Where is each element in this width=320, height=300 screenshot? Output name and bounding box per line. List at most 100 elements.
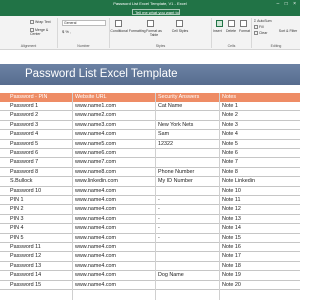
cell-notes[interactable]: Note Linkedin xyxy=(222,177,255,186)
cell-security-answer[interactable]: New York Nets xyxy=(158,121,193,130)
cell-password[interactable]: Password 2 xyxy=(10,111,38,120)
cell-password[interactable]: Password 7 xyxy=(10,158,38,167)
cell-password[interactable]: Password 1 xyxy=(10,102,38,111)
cell-styles-icon[interactable] xyxy=(176,20,183,27)
insert-cells-icon[interactable] xyxy=(216,20,223,27)
cell-password[interactable]: PIN 3 xyxy=(10,215,23,224)
cell-notes[interactable]: Note 10 xyxy=(222,187,241,196)
cell-notes[interactable]: Note 18 xyxy=(222,262,241,271)
header-notes[interactable]: Notes xyxy=(222,93,236,102)
conditional-formatting-icon[interactable] xyxy=(115,20,122,27)
cell-website[interactable]: www.name7.com xyxy=(75,158,116,167)
delete-cells-icon[interactable] xyxy=(228,20,235,27)
number-format-icons[interactable]: $ % , xyxy=(62,29,71,34)
cell-password[interactable]: Password 10 xyxy=(10,187,41,196)
cell-notes[interactable]: Note 11 xyxy=(222,196,240,205)
cell-notes[interactable]: Note 17 xyxy=(222,252,241,261)
cell-website[interactable]: www.name4.com xyxy=(75,196,116,205)
cell-notes[interactable]: Note 16 xyxy=(222,243,241,252)
cell-password[interactable]: PIN 2 xyxy=(10,205,23,214)
cell-notes[interactable]: Note 4 xyxy=(222,130,238,139)
cell-website[interactable]: www.name2.com xyxy=(75,111,116,120)
cell-notes[interactable]: Note 20 xyxy=(222,281,241,290)
cell-password[interactable]: Password 6 xyxy=(10,149,38,158)
cell-password[interactable]: PIN 4 xyxy=(10,224,23,233)
cell-security-answer[interactable]: - xyxy=(158,205,160,214)
cell-website[interactable]: www.name4.com xyxy=(75,252,116,261)
format-as-table-icon[interactable] xyxy=(147,20,154,27)
cell-password[interactable]: Password 4 xyxy=(10,130,38,139)
sort-filter-button[interactable]: Sort & Filter xyxy=(278,29,298,33)
cell-password[interactable]: Password 12 xyxy=(10,252,41,261)
cell-website[interactable]: www.name5.com xyxy=(75,140,116,149)
cell-password[interactable]: Password 11 xyxy=(10,243,41,252)
cell-security-answer[interactable]: Dog Name xyxy=(158,271,184,280)
table-row: Password 12 www.name4.com Note 17 xyxy=(0,252,300,262)
cell-password[interactable]: Password 5 xyxy=(10,140,38,149)
format-as-table-button[interactable]: Format as Table xyxy=(142,29,166,37)
cell-notes[interactable]: Note 14 xyxy=(222,224,241,233)
fill-button[interactable]: Fill xyxy=(254,25,263,30)
cell-styles-button[interactable]: Cell Styles xyxy=(168,29,192,33)
cell-security-answer[interactable]: My ID Number xyxy=(158,177,193,186)
cell-password[interactable]: S.Bullock xyxy=(10,177,32,186)
cell-website[interactable]: www.name1.com xyxy=(75,102,116,111)
cell-notes[interactable]: Note 5 xyxy=(222,140,238,149)
cell-notes[interactable]: Note 8 xyxy=(222,168,238,177)
cell-security-answer[interactable]: - xyxy=(158,224,160,233)
conditional-formatting-button[interactable]: Conditional Formatting xyxy=(110,29,146,33)
header-security-answers[interactable]: Security Answers xyxy=(158,93,199,102)
cell-website[interactable]: www.name4.com xyxy=(75,224,116,233)
format-cells-button[interactable]: Format xyxy=(239,29,250,33)
cell-website[interactable]: www.name4.com xyxy=(75,215,116,224)
cell-website[interactable]: www.name4.com xyxy=(75,243,116,252)
cell-notes[interactable]: Note 2 xyxy=(222,111,238,120)
cell-password[interactable]: Password 3 xyxy=(10,121,38,130)
cell-security-answer[interactable]: - xyxy=(158,196,160,205)
merge-center-button[interactable]: Merge & Center xyxy=(30,28,57,36)
cell-password[interactable]: Password 8 xyxy=(10,168,38,177)
cell-security-answer[interactable]: Sam xyxy=(158,130,169,139)
cell-website[interactable]: www.linkedin.com xyxy=(75,177,118,186)
cell-notes[interactable]: Note 6 xyxy=(222,149,238,158)
cell-website[interactable]: www.name4.com xyxy=(75,234,116,243)
header-password-pin[interactable]: Password - PIN xyxy=(10,93,47,102)
cell-notes[interactable]: Note 1 xyxy=(222,102,238,111)
number-format-select[interactable]: General xyxy=(62,20,106,26)
cell-password[interactable]: Password 13 xyxy=(10,262,41,271)
cell-security-answer[interactable]: 12322 xyxy=(158,140,173,149)
cell-security-answer[interactable]: Phone Number xyxy=(158,168,194,177)
cell-password[interactable]: PIN 1 xyxy=(10,196,23,205)
insert-cells-button[interactable]: Insert xyxy=(213,29,222,33)
cell-notes[interactable]: Note 3 xyxy=(222,121,238,130)
delete-cells-button[interactable]: Delete xyxy=(226,29,236,33)
window-controls[interactable]: – □ × xyxy=(277,0,299,8)
wrap-text-button[interactable]: Wrap Text xyxy=(30,20,51,25)
clear-button[interactable]: Clear xyxy=(254,31,267,36)
cell-notes[interactable]: Note 7 xyxy=(222,158,238,167)
cell-website[interactable]: www.name8.com xyxy=(75,168,116,177)
cell-password[interactable]: PIN 5 xyxy=(10,234,23,243)
cell-website[interactable]: www.name6.com xyxy=(75,149,116,158)
cell-website[interactable]: www.name3.com xyxy=(75,121,116,130)
cell-notes[interactable]: Note 13 xyxy=(222,215,241,224)
autosum-button[interactable]: Σ AutoSum xyxy=(254,19,272,23)
header-website-url[interactable]: Website URL xyxy=(75,93,107,102)
tell-me-search[interactable]: Tell me what you want to do xyxy=(132,9,180,20)
cell-security-answer[interactable]: - xyxy=(158,215,160,224)
cell-website[interactable]: www.name4.com xyxy=(75,271,116,280)
cell-notes[interactable]: Note 12 xyxy=(222,205,241,214)
cell-password[interactable]: Password 14 xyxy=(10,271,41,280)
cell-security-answer[interactable]: Cat Name xyxy=(158,102,182,111)
cell-website[interactable]: www.name4.com xyxy=(75,130,116,139)
table-row: Password 4 www.name4.com Sam Note 4 xyxy=(0,130,300,140)
cell-website[interactable]: www.name4.com xyxy=(75,281,116,290)
cell-security-answer[interactable]: - xyxy=(158,234,160,243)
format-cells-icon[interactable] xyxy=(240,20,247,27)
cell-notes[interactable]: Note 19 xyxy=(222,271,241,280)
cell-website[interactable]: www.name4.com xyxy=(75,205,116,214)
cell-website[interactable]: www.name4.com xyxy=(75,262,116,271)
cell-website[interactable]: www.name4.com xyxy=(75,187,116,196)
cell-password[interactable]: Password 15 xyxy=(10,281,41,290)
cell-notes[interactable]: Note 15 xyxy=(222,234,241,243)
